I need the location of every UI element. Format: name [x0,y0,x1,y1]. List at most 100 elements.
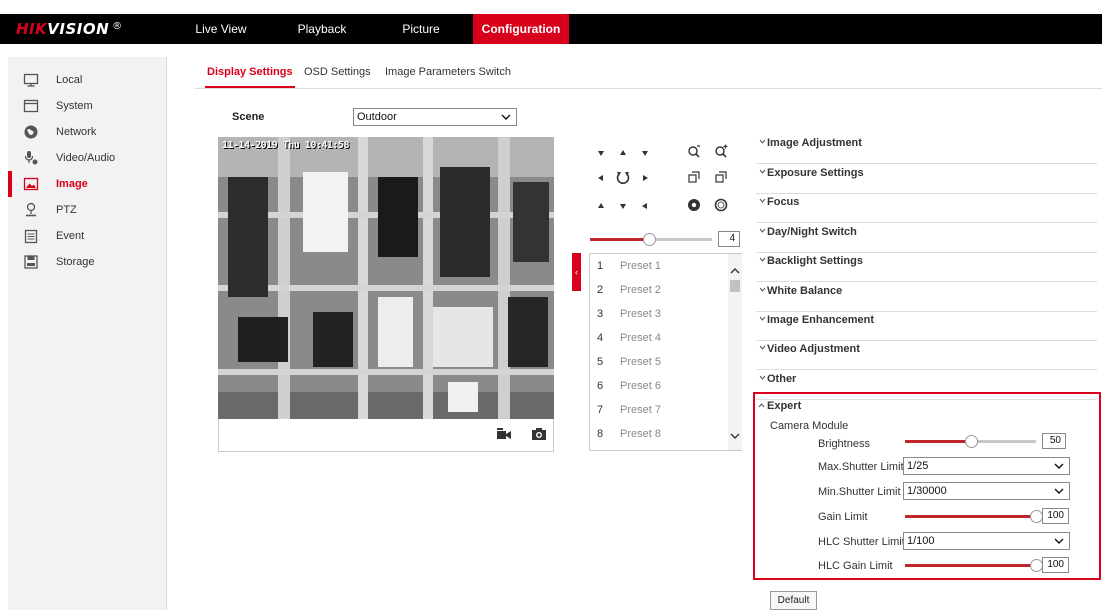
monitor-icon [23,73,39,87]
preset-item[interactable]: 5 Preset 5 [590,350,728,374]
sidebar-item-video-audio[interactable]: Video/Audio [8,145,167,171]
sidebar-item-label: System [56,100,93,112]
nav-live-view[interactable]: Live View [190,14,252,44]
tab-display-settings[interactable]: Display Settings [205,66,295,90]
ptz-speed-handle[interactable] [643,233,656,246]
ptz-up-left-button[interactable] [590,143,612,163]
hlc-gain-limit-label: HLC Gain Limit [818,560,893,572]
gain-limit-value[interactable]: 100 [1042,508,1069,524]
preset-item[interactable]: 3 Preset 3 [590,302,728,326]
chevron-down-icon [759,345,766,350]
ptz-left-button[interactable] [590,168,612,188]
section-image-enhancement[interactable]: Image Enhancement [756,311,1097,341]
tab-osd-settings[interactable]: OSD Settings [304,66,371,90]
preset-scrollbar[interactable] [728,254,742,450]
focus-near-button[interactable] [683,167,705,187]
default-button[interactable]: Default [770,591,817,610]
chevron-up-icon[interactable] [730,266,740,276]
preset-item[interactable]: 1 Preset 1 [590,254,728,278]
sidebar-item-label: Video/Audio [56,152,116,164]
chevron-down-icon[interactable] [730,431,740,441]
preset-list: 1 Preset 1 2 Preset 2 3 Preset 3 4 Preset 4 … [589,253,742,451]
sidebar-item-event[interactable]: Event [8,223,167,249]
sidebar-item-image[interactable]: Image [8,171,167,197]
section-image-adjustment[interactable]: Image Adjustment [756,134,1097,164]
sidebar-item-storage[interactable]: Storage [8,249,167,275]
chevron-down-icon [759,139,766,144]
section-exposure-settings[interactable]: Exposure Settings [756,164,1097,194]
sidebar-item-ptz[interactable]: PTZ [8,197,167,223]
ptz-icon [26,202,36,217]
chevron-down-icon [501,114,511,120]
video-toolbar [218,419,554,452]
preset-item[interactable]: 8 Preset 8 [590,422,728,446]
section-day-night-switch[interactable]: Day/Night Switch [756,223,1097,253]
ptz-speed-fill [590,238,649,241]
max-shutter-limit-select[interactable]: 1/25 [903,457,1070,475]
ptz-auto-rotate-button[interactable] [612,167,634,187]
section-backlight-settings[interactable]: Backlight Settings [756,252,1097,282]
iris-open-button[interactable] [710,195,732,215]
hlc-gain-limit-slider[interactable] [905,559,1043,572]
chevron-down-icon [759,316,766,321]
sidebar-item-network[interactable]: Network [8,119,167,145]
live-video[interactable]: 11-14-2019 Thu 10:41:58 [218,137,554,419]
sidebar-item-label: Image [56,178,88,190]
focus-far-button[interactable] [710,167,732,187]
zoom-in-button[interactable] [710,141,732,161]
preset-item[interactable]: 2 Preset 2 [590,278,728,302]
chevron-down-icon [759,287,766,292]
sidebar-item-system[interactable]: System [8,93,167,119]
tab-image-parameters-switch[interactable]: Image Parameters Switch [385,66,511,90]
scene-label: Scene [232,111,265,123]
sidebar-item-label: Event [56,230,85,242]
ptz-right-button[interactable] [634,168,656,188]
nav-picture[interactable]: Picture [386,14,456,44]
nav-configuration[interactable]: Configuration [473,14,569,44]
storage-icon [24,255,38,269]
sidebar-item-label: Local [56,74,83,86]
preset-item[interactable]: 6 Preset 6 [590,374,728,398]
min-shutter-limit-select[interactable]: 1/30000 [903,482,1070,500]
camera-scene [218,137,554,419]
collapse-ptz-panel-button[interactable]: ‹ [572,253,581,291]
ptz-speed-value[interactable]: 4 [718,231,740,247]
preset-item[interactable]: 7 Preset 7 [590,398,728,422]
scene-select-value: Outdoor [357,111,397,123]
brightness-handle[interactable] [965,435,978,448]
zoom-out-button[interactable] [683,141,705,161]
hlc-shutter-limit-select[interactable]: 1/100 [903,532,1070,550]
max-shutter-limit-value: 1/25 [907,460,929,472]
hlc-gain-limit-value[interactable]: 100 [1042,557,1069,573]
sidebar-item-local[interactable]: Local [8,67,167,93]
camera-icon[interactable] [532,428,546,441]
nav-playback[interactable]: Playback [288,14,356,44]
section-focus[interactable]: Focus [756,193,1097,223]
scrollbar-thumb[interactable] [730,280,740,292]
chevron-down-icon [759,169,766,174]
scene-select[interactable]: Outdoor [353,108,517,126]
section-video-adjustment[interactable]: Video Adjustment [756,340,1097,370]
calendar-icon [24,229,38,244]
section-white-balance[interactable]: White Balance [756,282,1097,312]
gain-limit-slider[interactable] [905,510,1043,523]
gain-limit-label: Gain Limit [818,511,868,523]
iris-close-button[interactable] [683,195,705,215]
ptz-up-button[interactable] [612,143,634,163]
ptz-down-left-button[interactable] [590,196,612,216]
chevron-down-icon [1054,463,1064,469]
brightness-value[interactable]: 50 [1042,433,1066,449]
chevron-down-icon [759,257,766,262]
brightness-slider[interactable] [905,435,1036,448]
ptz-down-button[interactable] [612,196,634,216]
preset-item[interactable]: 4 Preset 4 [590,326,728,350]
gain-limit-fill [905,515,1036,518]
expert-title[interactable]: Expert [767,400,801,412]
sidebar-item-label: Network [56,126,97,138]
ptz-down-right-button[interactable] [634,196,656,216]
record-icon[interactable] [497,428,511,441]
chevron-up-icon[interactable] [758,402,765,409]
ptz-speed-slider[interactable] [590,233,712,246]
hikvision-logo: HIKVISION ® [16,20,123,38]
ptz-up-right-button[interactable] [634,143,656,163]
